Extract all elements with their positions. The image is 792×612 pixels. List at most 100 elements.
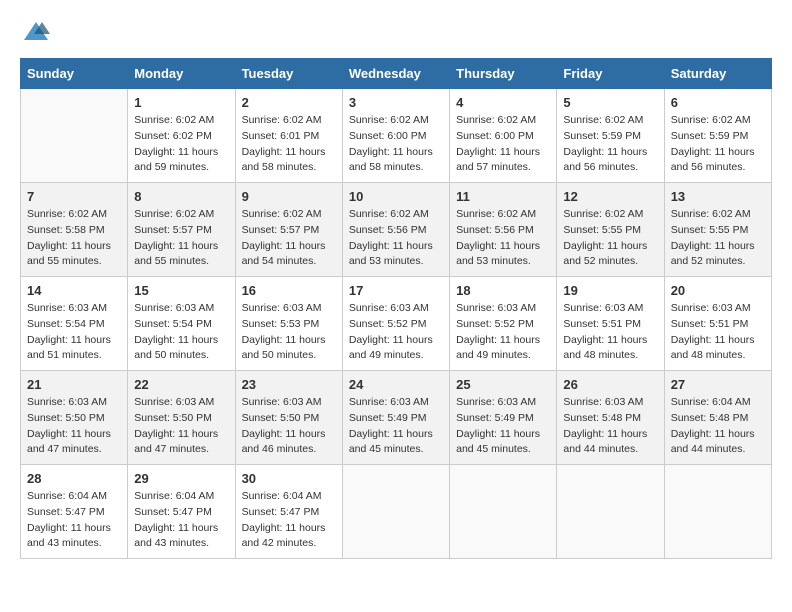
calendar-cell: 8Sunrise: 6:02 AMSunset: 5:57 PMDaylight…	[128, 183, 235, 277]
day-info: Sunrise: 6:02 AMSunset: 6:01 PMDaylight:…	[242, 113, 336, 176]
calendar-table: SundayMondayTuesdayWednesdayThursdayFrid…	[20, 58, 772, 559]
calendar-cell: 5 Sunrise: 6:02 AMSunset: 5:59 PMDaylight…	[557, 89, 664, 183]
day-info: Sunrise: 6:03 AMSunset: 5:54 PMDaylight:…	[134, 301, 228, 364]
day-info: Sunrise: 6:03 AMSunset: 5:49 PMDaylight:…	[349, 395, 443, 458]
day-number: 30	[242, 471, 336, 486]
calendar-cell: 13 Sunrise: 6:02 AMSunset: 5:55 PMDayligh…	[664, 183, 771, 277]
calendar-cell	[664, 465, 771, 559]
day-number: 26	[563, 377, 657, 392]
day-info: Sunrise: 6:03 AMSunset: 5:52 PMDaylight:…	[349, 301, 443, 364]
day-number: 28	[27, 471, 121, 486]
day-number: 29	[134, 471, 228, 486]
calendar-cell: 16 Sunrise: 6:03 AMSunset: 5:53 PMDayligh…	[235, 277, 342, 371]
day-number: 12	[563, 189, 657, 204]
calendar-cell: 25Sunrise: 6:03 AMSunset: 5:49 PMDayligh…	[450, 371, 557, 465]
day-number: 23	[242, 377, 336, 392]
calendar-week-3: 14 Sunrise: 6:03 AMSunset: 5:54 PMDayligh…	[21, 277, 772, 371]
day-number: 19	[563, 283, 657, 298]
day-info: Sunrise: 6:02 AMSunset: 5:59 PMDaylight:…	[671, 113, 765, 176]
col-header-thursday: Thursday	[450, 59, 557, 89]
col-header-monday: Monday	[128, 59, 235, 89]
calendar-week-5: 28 Sunrise: 6:04 AMSunset: 5:47 PMDayligh…	[21, 465, 772, 559]
day-number: 7	[27, 189, 121, 204]
day-info: Sunrise: 6:03 AMSunset: 5:50 PMDaylight:…	[242, 395, 336, 458]
calendar-cell: 30 Sunrise: 6:04 AMSunset: 5:47 PMDayligh…	[235, 465, 342, 559]
calendar-cell: 6 Sunrise: 6:02 AMSunset: 5:59 PMDaylight…	[664, 89, 771, 183]
day-info: Sunrise: 6:02 AMSunset: 5:57 PMDaylight:…	[242, 207, 336, 270]
calendar-cell: 9 Sunrise: 6:02 AMSunset: 5:57 PMDaylight…	[235, 183, 342, 277]
day-info: Sunrise: 6:03 AMSunset: 5:52 PMDaylight:…	[456, 301, 550, 364]
calendar-cell: 1Sunrise: 6:02 AMSunset: 6:02 PMDaylight…	[128, 89, 235, 183]
calendar-cell: 19 Sunrise: 6:03 AMSunset: 5:51 PMDayligh…	[557, 277, 664, 371]
calendar-cell: 23 Sunrise: 6:03 AMSunset: 5:50 PMDayligh…	[235, 371, 342, 465]
day-info: Sunrise: 6:02 AMSunset: 5:59 PMDaylight:…	[563, 113, 657, 176]
day-info: Sunrise: 6:03 AMSunset: 5:54 PMDaylight:…	[27, 301, 121, 364]
day-number: 11	[456, 189, 550, 204]
day-number: 13	[671, 189, 765, 204]
day-number: 27	[671, 377, 765, 392]
day-info: Sunrise: 6:04 AMSunset: 5:48 PMDaylight:…	[671, 395, 765, 458]
col-header-saturday: Saturday	[664, 59, 771, 89]
calendar-week-2: 7 Sunrise: 6:02 AMSunset: 5:58 PMDaylight…	[21, 183, 772, 277]
day-number: 16	[242, 283, 336, 298]
day-number: 24	[349, 377, 443, 392]
calendar-cell: 14 Sunrise: 6:03 AMSunset: 5:54 PMDayligh…	[21, 277, 128, 371]
day-number: 2	[242, 95, 336, 110]
day-number: 22	[134, 377, 228, 392]
calendar-cell	[450, 465, 557, 559]
day-number: 10	[349, 189, 443, 204]
calendar-header: SundayMondayTuesdayWednesdayThursdayFrid…	[21, 59, 772, 89]
day-info: Sunrise: 6:03 AMSunset: 5:51 PMDaylight:…	[563, 301, 657, 364]
day-info: Sunrise: 6:02 AMSunset: 5:55 PMDaylight:…	[671, 207, 765, 270]
calendar-cell: 27 Sunrise: 6:04 AMSunset: 5:48 PMDayligh…	[664, 371, 771, 465]
calendar-cell: 12 Sunrise: 6:02 AMSunset: 5:55 PMDayligh…	[557, 183, 664, 277]
calendar-cell: 28Sunrise: 6:04 AMSunset: 5:47 PMDayligh…	[21, 465, 128, 559]
calendar-cell: 11 Sunrise: 6:02 AMSunset: 5:56 PMDayligh…	[450, 183, 557, 277]
day-info: Sunrise: 6:02 AMSunset: 5:56 PMDaylight:…	[349, 207, 443, 270]
day-number: 17	[349, 283, 443, 298]
day-number: 5	[563, 95, 657, 110]
day-info: Sunrise: 6:02 AMSunset: 5:56 PMDaylight:…	[456, 207, 550, 270]
day-number: 15	[134, 283, 228, 298]
calendar-cell: 21Sunrise: 6:03 AMSunset: 5:50 PMDayligh…	[21, 371, 128, 465]
day-info: Sunrise: 6:03 AMSunset: 5:53 PMDaylight:…	[242, 301, 336, 364]
calendar-week-1: 1Sunrise: 6:02 AMSunset: 6:02 PMDaylight…	[21, 89, 772, 183]
day-info: Sunrise: 6:02 AMSunset: 5:58 PMDaylight:…	[27, 207, 121, 270]
day-info: Sunrise: 6:04 AMSunset: 5:47 PMDaylight:…	[242, 489, 336, 552]
calendar-cell: 2 Sunrise: 6:02 AMSunset: 6:01 PMDaylight…	[235, 89, 342, 183]
day-number: 18	[456, 283, 550, 298]
calendar-cell: 10 Sunrise: 6:02 AMSunset: 5:56 PMDayligh…	[342, 183, 449, 277]
day-info: Sunrise: 6:04 AMSunset: 5:47 PMDaylight:…	[134, 489, 228, 552]
day-info: Sunrise: 6:03 AMSunset: 5:48 PMDaylight:…	[563, 395, 657, 458]
day-info: Sunrise: 6:02 AMSunset: 5:55 PMDaylight:…	[563, 207, 657, 270]
day-info: Sunrise: 6:03 AMSunset: 5:50 PMDaylight:…	[134, 395, 228, 458]
calendar-week-4: 21Sunrise: 6:03 AMSunset: 5:50 PMDayligh…	[21, 371, 772, 465]
day-number: 20	[671, 283, 765, 298]
calendar-cell: 3Sunrise: 6:02 AMSunset: 6:00 PMDaylight…	[342, 89, 449, 183]
calendar-cell: 24 Sunrise: 6:03 AMSunset: 5:49 PMDayligh…	[342, 371, 449, 465]
logo-icon	[22, 20, 50, 42]
calendar-cell: 22 Sunrise: 6:03 AMSunset: 5:50 PMDayligh…	[128, 371, 235, 465]
day-info: Sunrise: 6:02 AMSunset: 6:02 PMDaylight:…	[134, 113, 228, 176]
day-number: 3	[349, 95, 443, 110]
calendar-cell: 7 Sunrise: 6:02 AMSunset: 5:58 PMDaylight…	[21, 183, 128, 277]
calendar-cell	[557, 465, 664, 559]
col-header-sunday: Sunday	[21, 59, 128, 89]
calendar-cell	[342, 465, 449, 559]
day-number: 9	[242, 189, 336, 204]
logo	[20, 20, 50, 42]
day-info: Sunrise: 6:03 AMSunset: 5:50 PMDaylight:…	[27, 395, 121, 458]
day-number: 14	[27, 283, 121, 298]
day-info: Sunrise: 6:03 AMSunset: 5:51 PMDaylight:…	[671, 301, 765, 364]
day-info: Sunrise: 6:02 AMSunset: 6:00 PMDaylight:…	[456, 113, 550, 176]
calendar-cell: 20 Sunrise: 6:03 AMSunset: 5:51 PMDayligh…	[664, 277, 771, 371]
calendar-cell: 15 Sunrise: 6:03 AMSunset: 5:54 PMDayligh…	[128, 277, 235, 371]
calendar-cell: 17 Sunrise: 6:03 AMSunset: 5:52 PMDayligh…	[342, 277, 449, 371]
col-header-tuesday: Tuesday	[235, 59, 342, 89]
col-header-wednesday: Wednesday	[342, 59, 449, 89]
calendar-cell: 26 Sunrise: 6:03 AMSunset: 5:48 PMDayligh…	[557, 371, 664, 465]
day-number: 4	[456, 95, 550, 110]
day-number: 6	[671, 95, 765, 110]
day-info: Sunrise: 6:02 AMSunset: 5:57 PMDaylight:…	[134, 207, 228, 270]
col-header-friday: Friday	[557, 59, 664, 89]
